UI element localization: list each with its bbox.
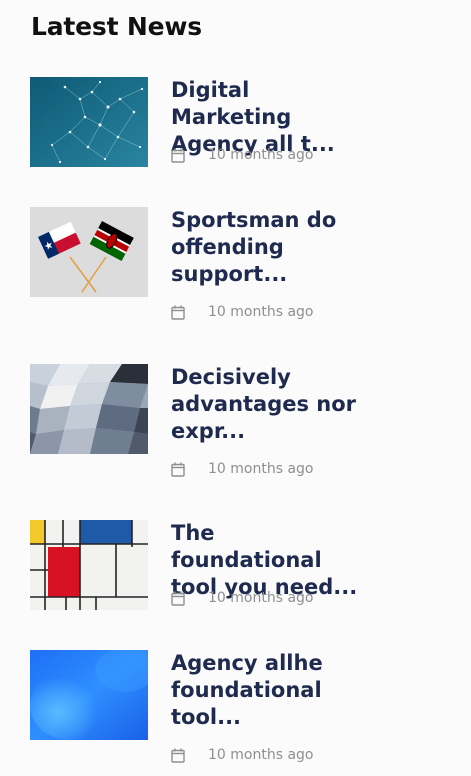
calendar-icon (171, 305, 185, 320)
news-item: Digital Marketing Agency all t... 10 mon… (30, 77, 370, 169)
calendar-icon (171, 748, 185, 763)
news-date: 10 months ago (208, 304, 314, 320)
news-item: Agency allhe foundational tool... 10 mon… (30, 650, 370, 770)
news-date: 10 months ago (208, 147, 314, 163)
news-date: 10 months ago (208, 590, 314, 606)
news-meta: 10 months ago (171, 588, 313, 608)
calendar-icon (171, 148, 185, 163)
crossed-flags-image (30, 207, 148, 297)
calendar-icon (171, 462, 185, 477)
news-thumbnail[interactable] (30, 650, 148, 740)
mondrian-image (30, 520, 148, 610)
news-meta: 10 months ago (171, 745, 313, 765)
calendar-icon (171, 591, 185, 606)
news-meta: 10 months ago (171, 145, 313, 165)
news-thumbnail[interactable] (30, 207, 148, 297)
widget-title: Latest News (31, 12, 202, 41)
news-date: 10 months ago (208, 747, 314, 763)
news-item: Decisively advantages nor expr... 10 mon… (30, 364, 370, 484)
news-thumbnail[interactable] (30, 77, 148, 167)
network-nodes-image (30, 77, 148, 167)
news-item: Sportsman do offending support... 10 mon… (30, 207, 370, 327)
news-thumbnail[interactable] (30, 364, 148, 454)
latest-news-widget: Latest News Digital Marketing Agency all… (0, 0, 471, 776)
news-date: 10 months ago (208, 461, 314, 477)
news-item: The foundational tool you need... 10 mon… (30, 520, 370, 612)
blue-gradient-image (30, 650, 148, 740)
news-meta: 10 months ago (171, 459, 313, 479)
news-meta: 10 months ago (171, 302, 313, 322)
news-title[interactable]: Sportsman do offending support... (171, 207, 371, 288)
news-thumbnail[interactable] (30, 520, 148, 610)
news-title[interactable]: Agency allhe foundational tool... (171, 650, 371, 731)
low-poly-image (30, 364, 148, 454)
news-title[interactable]: Decisively advantages nor expr... (171, 364, 371, 445)
